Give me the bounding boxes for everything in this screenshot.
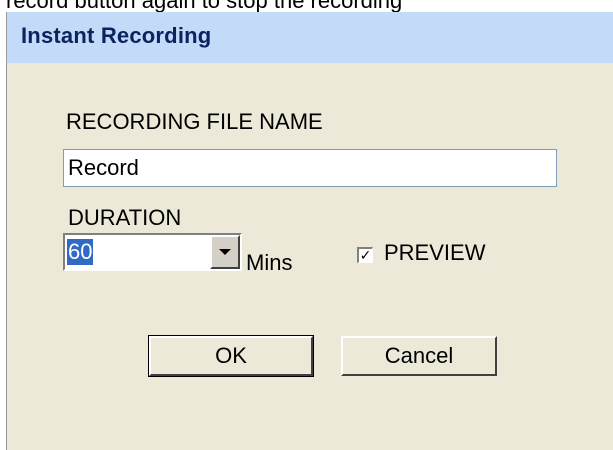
duration-value[interactable]: 60 <box>67 239 94 265</box>
page: record button again to stop the recordin… <box>0 0 613 450</box>
file-name-label: RECORDING FILE NAME <box>66 109 323 134</box>
instant-recording-dialog: Instant Recording RECORDING FILE NAME DU… <box>6 12 613 450</box>
file-name-input[interactable] <box>63 149 557 187</box>
duration-label: DURATION <box>68 205 182 230</box>
duration-combobox[interactable]: 60 <box>63 233 242 271</box>
ok-button[interactable]: OK <box>148 335 314 377</box>
preview-checkbox[interactable]: ✓ <box>357 247 373 263</box>
preview-label[interactable]: PREVIEW <box>384 240 485 266</box>
dialog-title: Instant Recording <box>21 23 212 48</box>
duration-dropdown-button[interactable] <box>210 235 240 269</box>
chevron-down-icon <box>219 249 231 255</box>
cancel-button[interactable]: Cancel <box>341 336 497 376</box>
duration-unit-label: Mins <box>246 250 293 275</box>
checkmark-icon: ✓ <box>359 247 372 263</box>
dialog-titlebar: Instant Recording <box>7 12 613 63</box>
